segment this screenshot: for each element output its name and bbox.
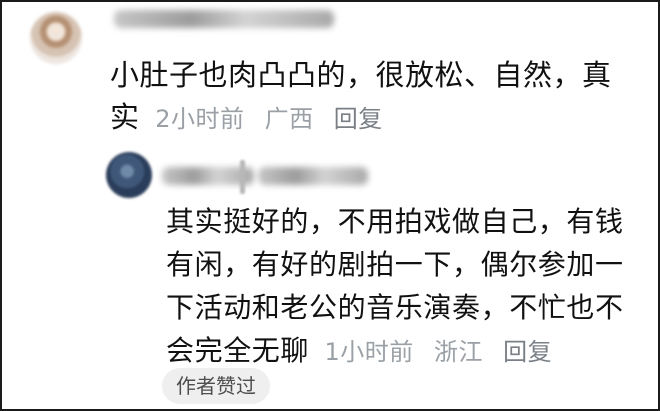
comment-location: 广西 — [264, 105, 314, 133]
reply-button[interactable]: 回复 — [503, 338, 552, 366]
reply-meta: 1小时前 浙江 回复 — [325, 338, 565, 366]
author-liked-badge: 作者赞过 — [162, 368, 270, 404]
comment-meta: 2小时前 广西 回复 — [155, 105, 395, 133]
reply-body: 其实挺好的，不用拍戏做自己，有钱有闲，有好的剧拍一下，偶尔参加一下活动和老公的音… — [166, 200, 646, 374]
username-divider — [240, 160, 245, 194]
comment-time: 2小时前 — [155, 105, 245, 133]
avatar[interactable] — [106, 152, 152, 198]
avatar[interactable] — [30, 12, 82, 64]
reply-location: 浙江 — [433, 338, 483, 366]
reply-button[interactable]: 回复 — [334, 105, 383, 133]
reply-time: 1小时前 — [324, 338, 414, 366]
comment-thread: 小肚子也肉凸凸的，很放松、自然，真实 2小时前 广西 回复 其实挺好的，不用拍戏… — [0, 0, 660, 411]
comment-body: 小肚子也肉凸凸的，很放松、自然，真实 2小时前 广西 回复 — [110, 54, 630, 140]
blurred-username — [114, 10, 334, 28]
blurred-username — [258, 167, 368, 185]
